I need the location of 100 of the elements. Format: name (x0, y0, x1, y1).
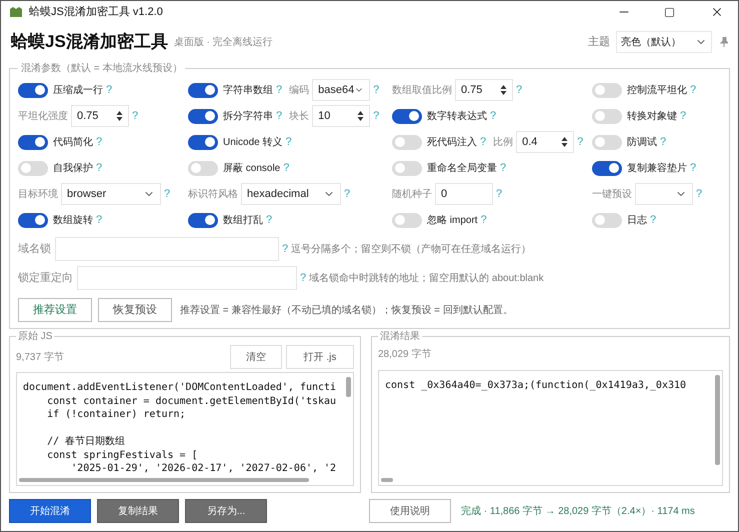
option-label: 一键预设 (592, 188, 632, 202)
help-mark[interactable]: ? (690, 160, 696, 176)
toggle-switch[interactable] (18, 212, 48, 228)
action-button[interactable]: 使用说明 (369, 499, 451, 523)
toggle-switch[interactable] (188, 108, 218, 124)
toggle-switch[interactable] (18, 82, 48, 98)
toggle-switch[interactable] (592, 108, 622, 124)
option-label: 日志 (627, 214, 647, 228)
toggle-switch[interactable] (188, 160, 218, 176)
option-label: 数字转表达式 (427, 110, 487, 124)
help-mark[interactable]: ? (496, 186, 502, 202)
status-text: 完成 · 11,866 字节 → 28,029 字节（2.4×）· 1174 ms (461, 504, 695, 518)
help-mark[interactable]: ? (276, 82, 282, 98)
help-mark[interactable]: ? (660, 134, 666, 150)
spinner-icon[interactable] (116, 110, 123, 122)
panel-legend: 原始 JS (16, 329, 54, 344)
subtitle: 桌面版 · 完全离线运行 (174, 36, 273, 50)
help-mark[interactable]: ? (690, 82, 696, 98)
input-field[interactable] (55, 237, 279, 261)
help-mark[interactable]: ? (96, 212, 102, 228)
code-line: '2025-01-29', '2026-02-17', '2027-02-06', '2 (70, 462, 336, 476)
help-mark[interactable]: ? (132, 108, 138, 124)
number-field[interactable]: 10 (312, 105, 370, 127)
code-line: const _0x364a40=_0x373a;(function(_0x1419a3,_0x310 (385, 379, 686, 392)
dropdown[interactable]: base64 (312, 79, 370, 101)
option-label: 数组打乱 (223, 214, 263, 228)
preset-button[interactable]: 恢复预设 (98, 298, 172, 322)
help-mark[interactable]: ? (373, 82, 380, 98)
panel-legend: 混淆参数（默认 = 本地流水线预设） (18, 61, 186, 76)
input-field[interactable] (77, 266, 297, 290)
help-mark[interactable]: ? (96, 134, 102, 150)
help-mark[interactable]: ? (480, 134, 486, 150)
help-mark[interactable]: ? (266, 212, 272, 228)
help-mark[interactable]: ? (283, 160, 290, 176)
help-mark[interactable]: ? (516, 82, 522, 98)
number-field[interactable]: 0.4 (516, 131, 574, 153)
toggle-switch[interactable] (392, 134, 422, 150)
option-label: 压缩成一行 (53, 84, 103, 98)
help-mark[interactable]: ? (577, 134, 584, 150)
app-icon (9, 6, 23, 18)
help-mark[interactable]: ? (300, 270, 306, 286)
option-label: 目标环境 (18, 188, 58, 202)
help-mark[interactable]: ? (282, 240, 288, 258)
toggle-switch[interactable] (392, 160, 422, 176)
scrollbar[interactable] (715, 375, 720, 465)
toggle-switch[interactable] (392, 108, 422, 124)
preset-button[interactable]: 推荐设置 (18, 298, 92, 322)
option-label: 代码简化 (53, 136, 93, 150)
panel-button[interactable]: 打开 .js (286, 345, 354, 369)
spinner-icon[interactable] (561, 136, 568, 148)
toggle-switch[interactable] (18, 134, 48, 150)
option-label: 字符串数组 (223, 84, 273, 98)
field-note: 域名锁命中时跳转的地址；留空用默认的 about:blank (309, 272, 544, 286)
option-label: 拆分字符串 (223, 110, 273, 124)
dropdown[interactable]: browser (61, 183, 161, 205)
help-mark[interactable]: ? (344, 186, 350, 202)
code-line: document.addEventListener('DOMContentLoaded', functi (23, 381, 336, 394)
toggle-switch[interactable] (18, 160, 48, 176)
toggle-switch[interactable] (188, 82, 218, 98)
code-line: if (!container) return; (46, 408, 186, 422)
help-mark[interactable]: ? (490, 108, 496, 124)
toggle-switch[interactable] (592, 134, 622, 150)
number-field[interactable]: 0.75 (71, 105, 129, 127)
action-button[interactable]: 另存为... (185, 499, 267, 523)
toggle-switch[interactable] (592, 82, 622, 98)
toggle-switch[interactable] (592, 160, 622, 176)
scrollbar[interactable] (19, 478, 309, 482)
code-editor[interactable]: const _0x364a40=_0x373a;(function(_0x1419a3,_0x310 (378, 370, 723, 486)
code-editor[interactable] (16, 372, 354, 486)
spinner-icon[interactable] (357, 110, 364, 122)
option-label: 编码 (289, 84, 310, 98)
dropdown[interactable]: hexadecimal (241, 183, 341, 205)
theme-dropdown[interactable]: 亮色（默认） (616, 31, 712, 53)
field-note: 逗号分隔多个；留空则不锁（产物可在任意域名运行） (291, 242, 532, 256)
option-label: 防调试 (627, 136, 657, 150)
scrollbar[interactable] (346, 377, 351, 397)
scrollbar[interactable] (381, 478, 393, 482)
help-mark[interactable]: ? (164, 186, 170, 202)
help-mark[interactable]: ? (96, 160, 102, 176)
action-button[interactable]: 复制结果 (97, 499, 179, 523)
toggle-switch[interactable] (592, 212, 622, 228)
help-mark[interactable]: ? (650, 212, 656, 228)
spinner-icon[interactable] (500, 84, 507, 96)
input-field[interactable]: 0 (435, 183, 493, 205)
help-mark[interactable]: ? (276, 108, 282, 124)
number-field[interactable]: 0.75 (455, 79, 513, 101)
help-mark[interactable]: ? (680, 108, 686, 124)
toggle-switch[interactable] (188, 212, 218, 228)
toggle-switch[interactable] (392, 212, 422, 228)
toggle-switch[interactable] (188, 134, 218, 150)
panel-button[interactable]: 清空 (230, 345, 282, 369)
pin-icon[interactable] (720, 37, 728, 47)
help-mark[interactable]: ? (696, 186, 702, 202)
help-mark[interactable]: ? (500, 160, 506, 176)
action-button[interactable]: 开始混淆 (9, 499, 91, 523)
help-mark[interactable]: ? (106, 82, 112, 98)
help-mark[interactable]: ? (373, 108, 380, 124)
help-mark[interactable]: ? (480, 212, 487, 228)
help-mark[interactable]: ? (285, 134, 292, 150)
maximize-icon[interactable] (664, 6, 675, 18)
